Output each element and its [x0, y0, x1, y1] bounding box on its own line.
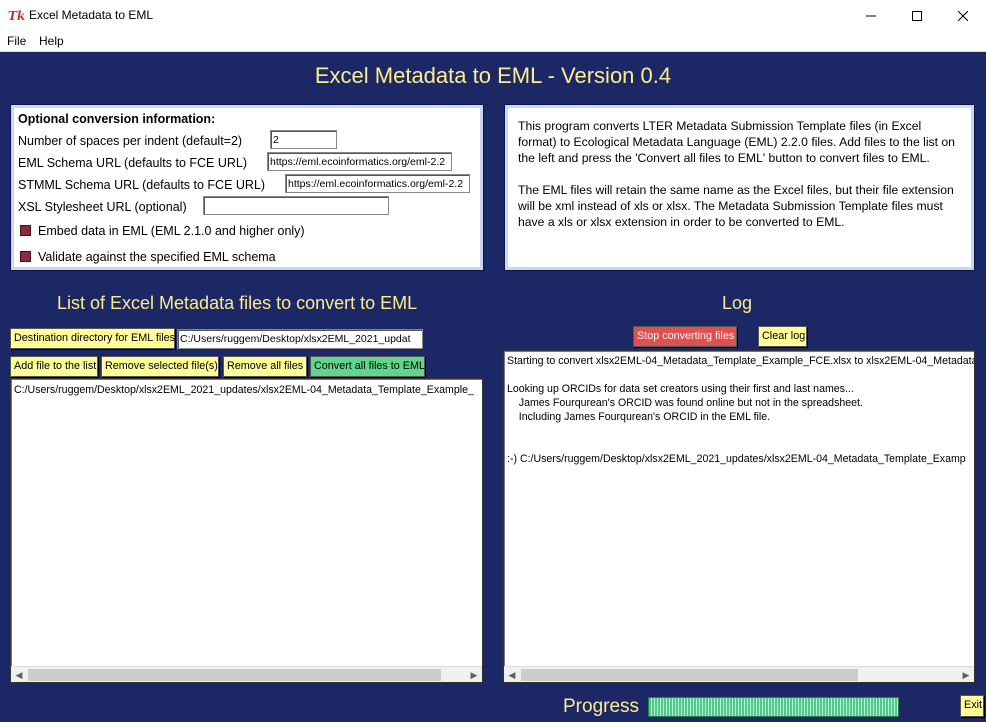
log-line: :-) C:/Users/ruggem/Desktop/xlsx2EML_202… [507, 453, 966, 465]
log-line: Including James Fourqurean's ORCID in th… [507, 411, 771, 423]
info-text: This program converts LTER Metadata Subm… [518, 118, 958, 246]
log-section-title: Log [722, 293, 753, 313]
scroll-right-icon[interactable]: ▶ [466, 667, 482, 682]
validate-label: Validate against the specified EML schem… [38, 250, 276, 264]
app-title: Excel Metadata to EML - Version 0.4 [314, 63, 672, 88]
stmml-url-input[interactable]: https://eml.ecoinformatics.org/eml-2.2 [285, 174, 470, 193]
scrollbar-thumb[interactable] [521, 669, 858, 681]
indent-input[interactable]: 2 [270, 130, 337, 149]
scroll-left-icon[interactable]: ◀ [504, 667, 520, 682]
xsl-label: XSL Stylesheet URL (optional) [18, 200, 187, 214]
maximize-icon [912, 10, 922, 21]
eml-url-input[interactable]: https://eml.ecoinformatics.org/eml-2.2 [267, 152, 452, 171]
close-button[interactable] [940, 0, 986, 31]
minimize-icon [866, 15, 876, 16]
validate-checkbox[interactable] [20, 251, 31, 262]
embed-label: Embed data in EML (EML 2.1.0 and higher … [38, 224, 305, 238]
log-line: Starting to convert xlsx2EML-04_Metadata… [507, 355, 975, 367]
progress-bar [648, 697, 899, 717]
info-paragraph-2: The EML files will retain the same name … [518, 183, 954, 229]
list-item[interactable]: C:/Users/ruggem/Desktop/xlsx2EML_2021_up… [14, 383, 474, 397]
menu-help[interactable]: Help [39, 34, 64, 48]
menu-bar [0, 31, 986, 52]
log-scrollbar[interactable]: ◀ ▶ [504, 666, 974, 682]
destination-directory-button[interactable]: Destination directory for EML files [10, 328, 175, 349]
file-listbox[interactable]: C:/Users/ruggem/Desktop/xlsx2EML_2021_up… [10, 378, 483, 683]
file-list-scrollbar[interactable]: ◀ ▶ [11, 666, 482, 682]
embed-checkbox[interactable] [20, 225, 31, 236]
tk-feather-icon: Tk [8, 9, 26, 23]
convert-all-button[interactable]: Convert all files to EML [310, 356, 425, 377]
xsl-input[interactable] [203, 196, 389, 215]
destination-directory-input[interactable]: C:/Users/ruggem/Desktop/xlsx2EML_2021_up… [177, 329, 423, 349]
files-section-title: List of Excel Metadata files to convert … [57, 293, 418, 313]
add-file-button[interactable]: Add file to the list [10, 356, 98, 377]
info-paragraph-1: This program converts LTER Metadata Subm… [518, 119, 955, 165]
progress-label: Progress [563, 696, 640, 717]
menu-file[interactable]: File [7, 34, 26, 48]
window-title: Excel Metadata to EML [29, 8, 154, 22]
stmml-url-label: STMML Schema URL (defaults to FCE URL) [18, 178, 266, 192]
minimize-button[interactable] [848, 0, 894, 31]
remove-all-button[interactable]: Remove all files [223, 356, 307, 377]
close-icon [958, 10, 968, 21]
indent-label: Number of spaces per indent (default=2) [18, 134, 243, 148]
log-line: Looking up ORCIDs for data set creators … [507, 383, 854, 395]
exit-button[interactable]: Exit [960, 695, 984, 717]
eml-url-label: EML Schema URL (defaults to FCE URL) [18, 156, 248, 170]
log-textbox[interactable]: Starting to convert xlsx2EML-04_Metadata… [503, 350, 975, 683]
remove-selected-button[interactable]: Remove selected file(s) [101, 356, 219, 377]
stop-converting-button[interactable]: Stop converting files [633, 326, 737, 347]
options-heading: Optional conversion information: [18, 112, 216, 126]
clear-log-button[interactable]: Clear log [758, 326, 807, 347]
scroll-right-icon[interactable]: ▶ [958, 667, 974, 682]
log-line: James Fourqurean's ORCID was found onlin… [507, 397, 863, 409]
maximize-button[interactable] [894, 0, 940, 31]
scroll-left-icon[interactable]: ◀ [11, 667, 27, 682]
scrollbar-thumb[interactable] [28, 669, 441, 681]
